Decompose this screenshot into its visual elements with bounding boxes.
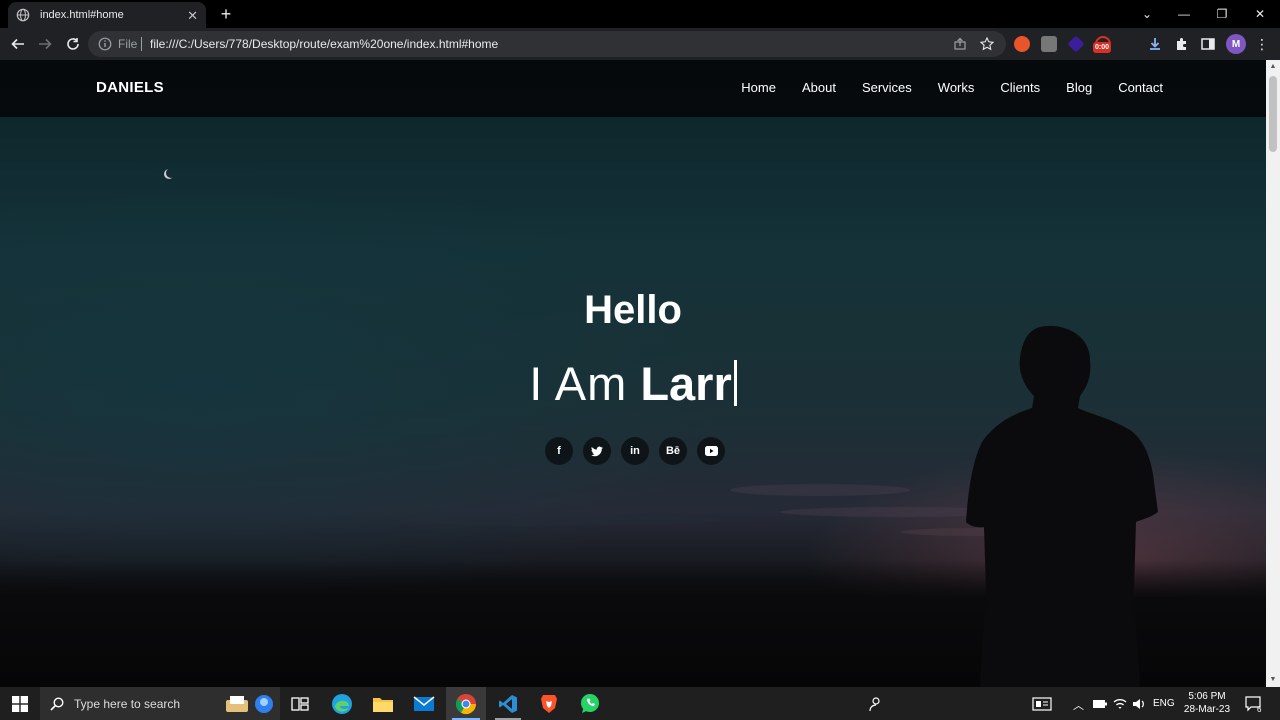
typing-cursor bbox=[733, 360, 737, 406]
arrow-left-icon bbox=[11, 38, 24, 50]
windows-start-icon[interactable] bbox=[12, 696, 28, 712]
forward-button[interactable] bbox=[35, 34, 55, 54]
browser-toolbar: File file:///C:/Users/778/Desktop/route/… bbox=[0, 28, 1280, 60]
site-logo[interactable]: DANIELS bbox=[96, 79, 164, 96]
reload-button[interactable] bbox=[63, 34, 83, 54]
new-tab-button[interactable]: + bbox=[217, 4, 235, 24]
bookmark-star-icon[interactable] bbox=[979, 36, 995, 52]
browser-tab-bar: index.html#home ✕ + ⌄ — ❐ ✕ bbox=[0, 0, 1280, 28]
tab-search-icon[interactable]: ⌄ bbox=[1137, 4, 1157, 24]
search-highlight-icon[interactable] bbox=[222, 693, 276, 715]
address-bar[interactable]: File file:///C:/Users/778/Desktop/route/… bbox=[88, 31, 1006, 57]
language-indicator[interactable]: ENG bbox=[1153, 698, 1175, 709]
tab-title: index.html#home bbox=[40, 9, 124, 21]
search-icon bbox=[50, 696, 64, 711]
tray-chevron-icon[interactable]: ︿ bbox=[1073, 697, 1084, 713]
nav-link-about[interactable]: About bbox=[802, 80, 836, 95]
taskbar-search-placeholder: Type here to search bbox=[74, 696, 181, 711]
behance-icon[interactable]: Bē bbox=[659, 437, 687, 465]
social-links: f in Bē bbox=[545, 437, 725, 465]
scroll-thumb[interactable] bbox=[1269, 76, 1277, 152]
nav-link-home[interactable]: Home bbox=[741, 80, 776, 95]
hero-prefix: I Am bbox=[529, 357, 628, 410]
notification-count: 6 bbox=[1257, 705, 1262, 714]
address-divider bbox=[141, 37, 142, 51]
hero-typed-line: I Am Larr bbox=[0, 356, 1266, 411]
info-icon[interactable] bbox=[98, 37, 112, 51]
site-nav: Home About Services Works Clients Blog C… bbox=[741, 80, 1163, 95]
taskbar-time: 5:06 PM bbox=[1188, 691, 1226, 702]
nav-link-blog[interactable]: Blog bbox=[1066, 80, 1092, 95]
taskbar-date: 28-Mar-23 bbox=[1183, 704, 1231, 715]
volume-icon[interactable] bbox=[1128, 693, 1150, 715]
vscode-icon[interactable] bbox=[497, 693, 519, 715]
extension-fire-icon[interactable] bbox=[1014, 36, 1030, 52]
taskbar-clock[interactable]: 5:06 PM 28-Mar-23 bbox=[1178, 690, 1236, 716]
minimize-button[interactable]: — bbox=[1174, 4, 1194, 24]
maximize-button[interactable]: ❐ bbox=[1212, 4, 1232, 24]
windows-taskbar: Type here to search ︿ ENG 5:06 PM 28-Mar… bbox=[0, 687, 1280, 720]
address-scheme: File bbox=[118, 37, 138, 51]
scroll-up-arrow[interactable]: ▲ bbox=[1266, 60, 1280, 74]
browser-tab[interactable]: index.html#home ✕ bbox=[8, 2, 206, 28]
profile-avatar[interactable]: M bbox=[1226, 34, 1246, 54]
task-view-icon[interactable] bbox=[289, 693, 311, 715]
close-window-button[interactable]: ✕ bbox=[1250, 4, 1270, 24]
file-explorer-icon[interactable] bbox=[372, 693, 394, 715]
share-icon[interactable] bbox=[952, 36, 968, 52]
page-viewport: DANIELS Home About Services Works Client… bbox=[0, 60, 1266, 687]
youtube-icon[interactable] bbox=[697, 437, 725, 465]
twitter-icon[interactable] bbox=[583, 437, 611, 465]
kebab-menu-icon[interactable]: ⋮ bbox=[1254, 36, 1270, 52]
nav-link-contact[interactable]: Contact bbox=[1118, 80, 1163, 95]
hero-typed-name: Larr bbox=[640, 357, 732, 410]
people-icon[interactable] bbox=[864, 693, 886, 715]
scroll-down-arrow[interactable]: ▼ bbox=[1266, 673, 1280, 687]
nav-link-clients[interactable]: Clients bbox=[1000, 80, 1040, 95]
extension-square-icon[interactable] bbox=[1041, 36, 1057, 52]
battery-icon[interactable] bbox=[1089, 693, 1111, 715]
whatsapp-icon[interactable] bbox=[579, 693, 601, 715]
extension-diamond-icon[interactable] bbox=[1067, 35, 1085, 53]
extensions-puzzle-icon[interactable] bbox=[1174, 36, 1190, 52]
back-button[interactable] bbox=[8, 34, 28, 54]
reload-icon bbox=[67, 38, 79, 50]
nav-link-services[interactable]: Services bbox=[862, 80, 912, 95]
hero-hello-heading: Hello bbox=[584, 288, 682, 332]
linkedin-icon[interactable]: in bbox=[621, 437, 649, 465]
side-panel-icon[interactable] bbox=[1200, 36, 1216, 52]
edge-browser-icon[interactable] bbox=[331, 693, 353, 715]
arrow-right-icon bbox=[39, 38, 52, 50]
facebook-icon[interactable]: f bbox=[545, 437, 573, 465]
site-navbar: DANIELS Home About Services Works Client… bbox=[0, 60, 1266, 117]
address-url[interactable]: file:///C:/Users/778/Desktop/route/exam%… bbox=[150, 37, 498, 51]
extension-timer-badge: 0:00 bbox=[1093, 42, 1111, 53]
news-widget-icon[interactable] bbox=[1031, 693, 1053, 715]
page-scrollbar[interactable]: ▲ ▼ bbox=[1266, 60, 1280, 687]
nav-link-works[interactable]: Works bbox=[938, 80, 975, 95]
brave-icon[interactable] bbox=[538, 693, 560, 715]
download-icon[interactable] bbox=[1147, 36, 1163, 52]
globe-icon bbox=[16, 8, 30, 22]
moon-icon bbox=[166, 168, 176, 178]
close-tab-icon[interactable]: ✕ bbox=[187, 9, 198, 22]
notifications-icon[interactable] bbox=[1243, 693, 1265, 715]
mail-icon[interactable] bbox=[413, 693, 435, 715]
chrome-icon[interactable] bbox=[455, 693, 477, 715]
